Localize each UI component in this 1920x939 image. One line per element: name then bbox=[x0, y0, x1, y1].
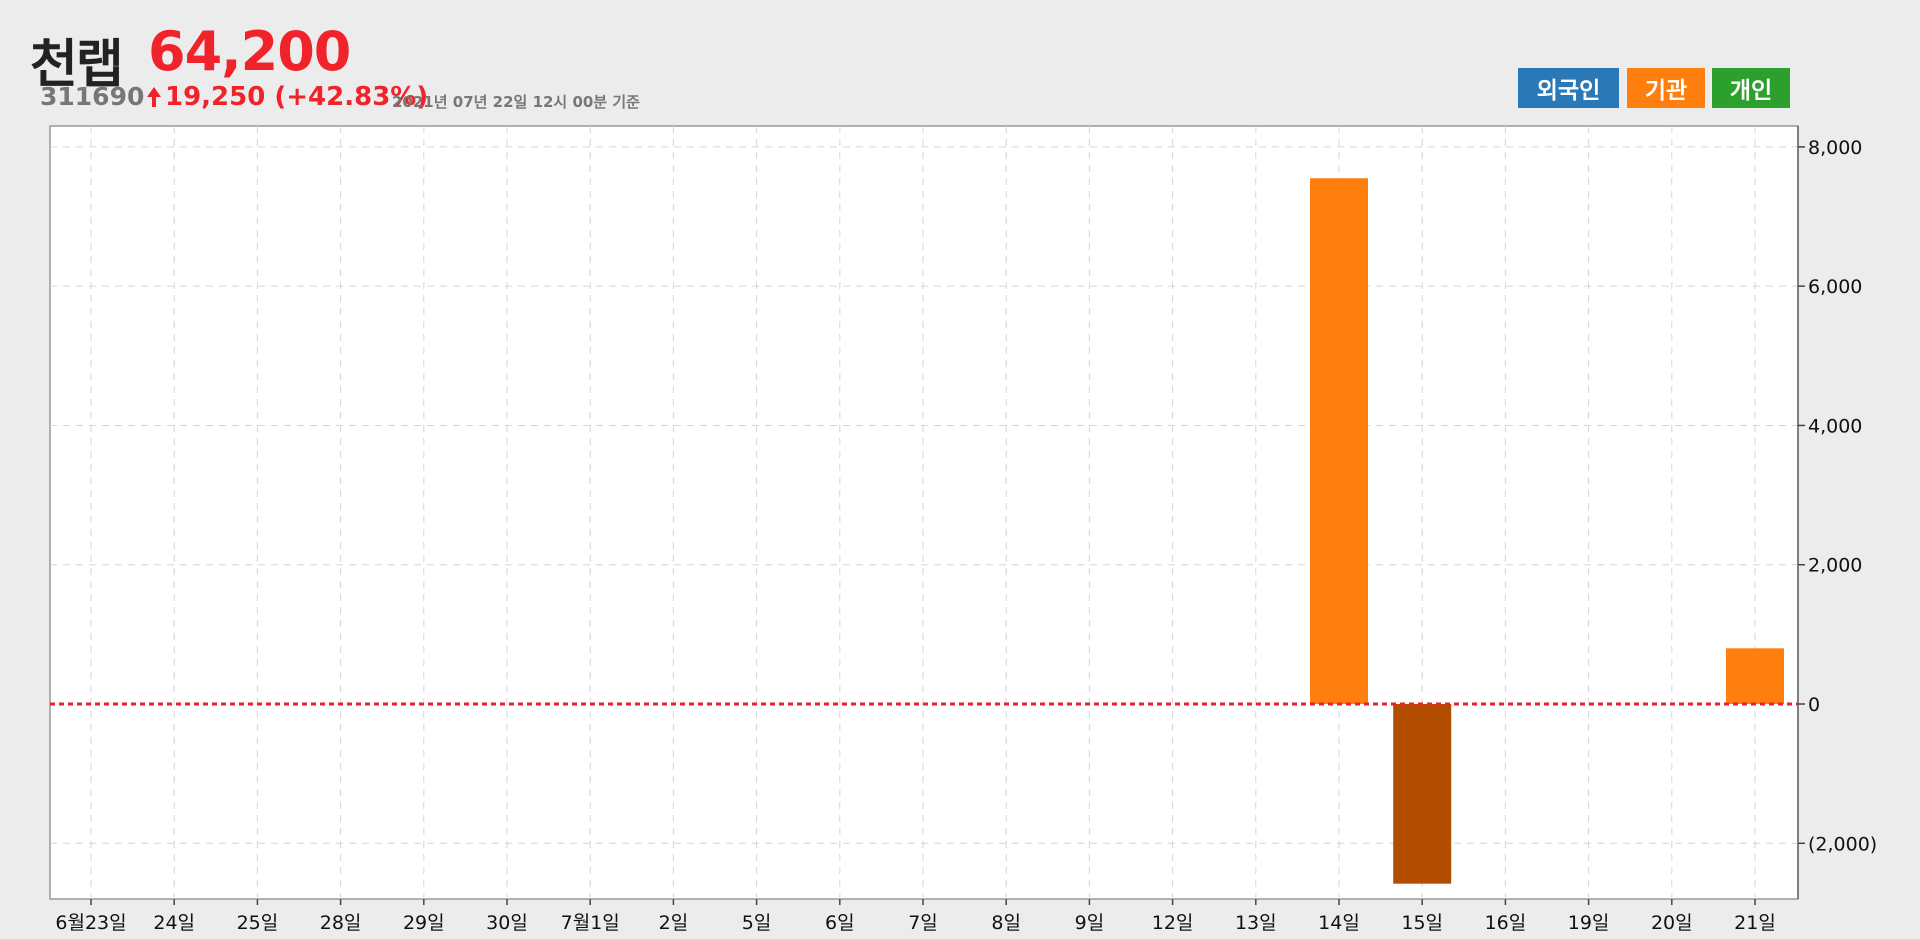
y-tick-label: 0 bbox=[1808, 694, 1820, 716]
y-axis: 8,000 6,000 4,000 2,000 0 (2,000) bbox=[1797, 126, 1877, 899]
x-tick-label: 20일 bbox=[1651, 912, 1693, 934]
x-tick-label: 13일 bbox=[1235, 912, 1277, 934]
x-tick-label: 15일 bbox=[1401, 912, 1443, 934]
bar bbox=[1726, 648, 1784, 705]
x-tick-label: 12일 bbox=[1152, 912, 1194, 934]
x-tick-label: 16일 bbox=[1485, 912, 1527, 934]
x-tick-label: 9일 bbox=[1075, 912, 1105, 934]
x-tick-label: 24일 bbox=[153, 912, 195, 934]
x-tick-label: 21일 bbox=[1734, 912, 1776, 934]
y-tick-label: 8,000 bbox=[1808, 137, 1862, 159]
y-tick-label: 4,000 bbox=[1808, 415, 1862, 437]
y-tick-label: 6,000 bbox=[1808, 276, 1862, 298]
x-tick-label: 19일 bbox=[1568, 912, 1610, 934]
y-tick-label: (2,000) bbox=[1808, 833, 1877, 855]
bar bbox=[1393, 704, 1452, 884]
x-tick-label: 7월1일 bbox=[561, 912, 620, 934]
x-tick-label: 14일 bbox=[1318, 912, 1360, 934]
x-tick-label: 7일 bbox=[908, 912, 938, 934]
bar-chart: 8,000 6,000 4,000 2,000 0 (2,000) 6월23일 24일 25일… bbox=[49, 125, 1877, 934]
y-tick-label: 2,000 bbox=[1808, 555, 1862, 577]
x-tick-label: 8일 bbox=[991, 912, 1021, 934]
x-tick-label: 25일 bbox=[237, 912, 279, 934]
x-tick-label: 6월23일 bbox=[55, 912, 126, 934]
x-tick-label: 29일 bbox=[403, 912, 445, 934]
x-tick-label: 30일 bbox=[486, 912, 528, 934]
x-tick-label: 6일 bbox=[825, 912, 855, 934]
x-tick-label: 28일 bbox=[320, 912, 362, 934]
plot-area bbox=[49, 125, 1799, 900]
bar bbox=[1310, 178, 1368, 705]
x-axis: 6월23일 24일 25일 28일 29일 30일 7월1일 2일 5일 6일 7일 8일 9일 12일 1… bbox=[55, 899, 1776, 934]
x-tick-label: 5일 bbox=[742, 912, 772, 934]
x-tick-label: 2일 bbox=[659, 912, 689, 934]
